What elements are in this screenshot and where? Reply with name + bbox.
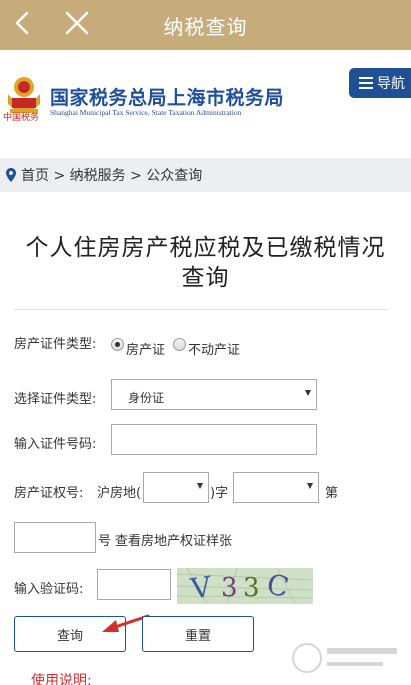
location-pin-icon <box>6 168 16 182</box>
id-type-select[interactable]: 身份证 <box>111 379 317 410</box>
page-header-title: 纳税查询 <box>163 15 248 39</box>
deed-serial-input[interactable] <box>14 522 96 553</box>
query-button-label: 查询 <box>56 628 83 644</box>
breadcrumb: 首页 > 纳税服务 > 公众查询 <box>0 158 411 192</box>
radio-real-estate-cert-label[interactable]: 不动产证 <box>188 339 240 358</box>
bureau-name: 国家税务总局上海市税务局 <box>50 87 285 109</box>
chevron-down-icon <box>197 483 203 489</box>
page-title-line-2: 查询 <box>181 265 230 291</box>
page-title-line-1: 个人住房房产税应税及已缴税情况 <box>25 235 386 261</box>
watermark-icon <box>292 643 397 673</box>
deed-prefix: 沪房地( <box>97 486 142 501</box>
nav-menu-label: 导航 <box>377 76 405 92</box>
breadcrumb-text[interactable]: 首页 > 纳税服务 > 公众查询 <box>21 165 202 185</box>
captcha-input[interactable] <box>97 569 171 600</box>
nav-menu-button[interactable]: 导航 <box>349 68 411 98</box>
deed-serial-suffix: 号 <box>98 534 112 549</box>
radio-house-cert-label[interactable]: 房产证 <box>126 339 165 358</box>
id-number-label: 输入证件号码: <box>14 437 97 452</box>
radio-house-cert[interactable] <box>111 338 124 351</box>
captcha-label: 输入验证码: <box>14 582 84 597</box>
sample-deed-link[interactable]: 查看房地产权证样张 <box>115 530 232 549</box>
page-title: 个人住房房产税应税及已缴税情况 查询 <box>0 233 411 293</box>
reset-button-label: 重置 <box>184 628 211 644</box>
emblem-caption: 中国税务 <box>3 113 40 123</box>
usage-instructions-heading: 使用说明: <box>31 673 92 685</box>
id-type-selected-value: 身份证 <box>128 391 165 405</box>
cert-type-label: 房产证件类型: <box>14 337 97 352</box>
menu-icon <box>359 77 373 89</box>
id-number-input[interactable] <box>111 424 317 455</box>
captcha-image[interactable]: V 3 3 C <box>177 568 313 604</box>
title-divider <box>14 309 389 310</box>
site-header: 国家税务总局上海市税务局 Shanghai Municipal Tax Serv… <box>0 50 411 158</box>
chevron-down-icon <box>305 390 311 396</box>
deed-middle-text: )字 <box>210 486 229 501</box>
svg-text:3: 3 <box>221 573 238 603</box>
id-type-label: 选择证件类型: <box>14 392 97 407</box>
app-header-bar: 纳税查询 <box>0 0 411 50</box>
reset-button[interactable]: 重置 <box>142 616 254 652</box>
bureau-name-english: Shanghai Municipal Tax Service, State Ta… <box>50 108 242 117</box>
deed-suffix-text: 第 <box>325 486 339 501</box>
deed-district-select[interactable] <box>143 472 209 503</box>
radio-real-estate-cert[interactable] <box>173 338 186 351</box>
deed-year-select[interactable] <box>233 472 319 503</box>
svg-text:3: 3 <box>243 573 260 603</box>
chevron-down-icon <box>307 483 313 489</box>
deed-number-label: 房产证权号: <box>14 486 84 501</box>
